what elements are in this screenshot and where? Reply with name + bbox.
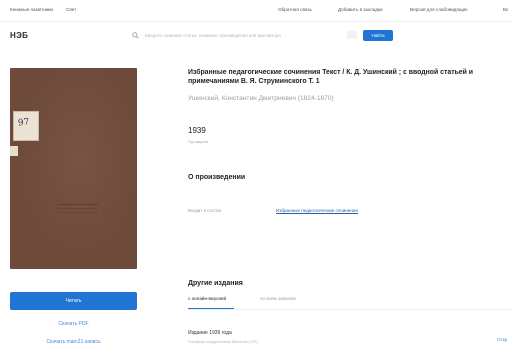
topbar-link-book-monuments[interactable]: Книжные памятники: [10, 7, 53, 12]
cover-library-label: 97: [13, 111, 39, 141]
edition-open-link[interactable]: Откр: [497, 337, 507, 342]
book-title-line-2: примечаниями В. Я. Струминского Т. 1: [188, 78, 320, 85]
topbar-link-feedback[interactable]: Обратная связь: [278, 7, 312, 12]
download-marc-link[interactable]: Скачать marc21-запись: [10, 339, 137, 345]
tabs-divider: [188, 309, 513, 310]
download-pdf-link[interactable]: Скачать PDF: [10, 321, 137, 327]
topbar-link-login[interactable]: Вх: [503, 7, 508, 12]
cover-shelf-mark: 97: [17, 117, 30, 129]
edition-item-title[interactable]: Издание 1939 года: [188, 330, 232, 336]
cover-title-imprint: [58, 204, 98, 205]
book-author[interactable]: Ушинский, Константин Дмитриевич (1824-18…: [188, 95, 334, 102]
topbar-link-svet[interactable]: Свет: [66, 7, 76, 12]
top-bar: Книжные памятники Свет Обратная связь До…: [0, 0, 513, 22]
other-editions-heading: Другие издания: [188, 280, 243, 287]
search-icon: [132, 32, 139, 39]
book-cover[interactable]: 97: [10, 68, 137, 269]
search-input[interactable]: [145, 29, 345, 41]
search-button[interactable]: Найти: [363, 30, 393, 41]
book-title-line-1: Избранные педагогические сочинения Текст…: [188, 69, 474, 76]
read-button[interactable]: Читать: [10, 292, 137, 310]
part-of-label: Входит в состав: [188, 208, 221, 213]
search-options-toggle[interactable]: [347, 31, 357, 39]
topbar-link-add-bookmark[interactable]: Добавить в закладки: [338, 7, 383, 12]
tab-all-records[interactable]: по всем записям: [260, 296, 296, 301]
publication-year: 1939: [188, 126, 206, 135]
cover-tape: [10, 146, 18, 156]
tab-with-online-version[interactable]: с онлайн-версией: [188, 296, 226, 301]
topbar-link-accessibility[interactable]: Версия для слабовидящих: [410, 7, 467, 12]
about-heading: О произведении: [188, 174, 246, 181]
publication-year-caption: Год издания: [188, 140, 209, 144]
edition-item-library: Российская государственная библиотека (Р…: [188, 340, 258, 344]
site-logo[interactable]: НЭБ: [10, 31, 28, 40]
part-of-link[interactable]: Избранные педагогические сочинения: [276, 208, 358, 213]
book-title: Избранные педагогические сочинения Текст…: [188, 68, 513, 86]
header: НЭБ Найти: [0, 22, 513, 50]
